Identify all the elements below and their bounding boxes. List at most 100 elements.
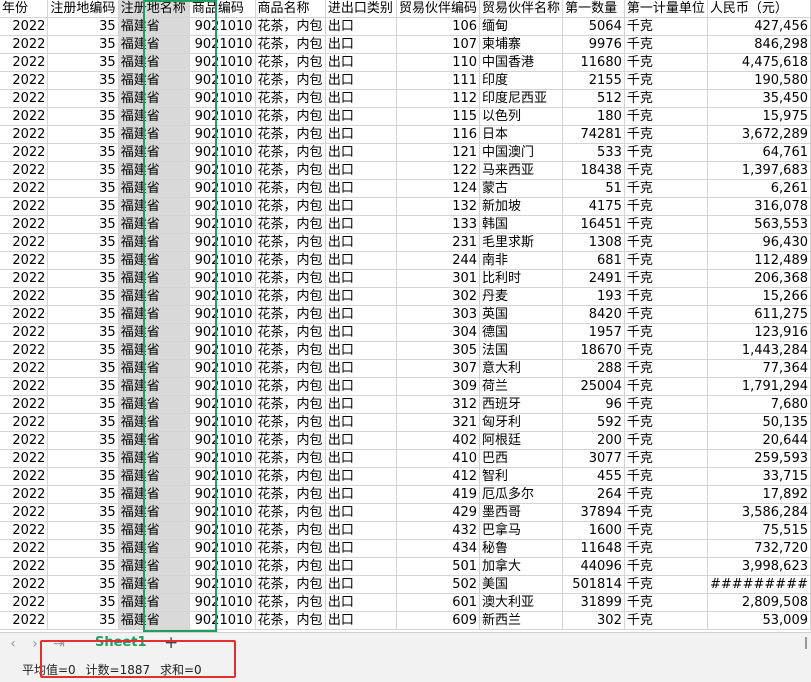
- table-cell[interactable]: 福建省: [118, 485, 190, 504]
- table-cell[interactable]: 2155: [562, 71, 625, 90]
- table-cell[interactable]: 花茶，内包: [255, 503, 326, 522]
- table-cell[interactable]: 9021010: [189, 557, 256, 576]
- table-cell[interactable]: 33,715: [707, 467, 811, 486]
- column-header[interactable]: 第一数量: [562, 0, 625, 18]
- table-cell[interactable]: 53,009: [707, 611, 811, 630]
- table-cell[interactable]: 千克: [624, 359, 708, 378]
- table-cell[interactable]: 35: [47, 503, 119, 522]
- table-cell[interactable]: 302: [396, 287, 481, 306]
- table-cell[interactable]: 112: [396, 89, 481, 108]
- table-cell[interactable]: 17,892: [707, 485, 811, 504]
- table-cell[interactable]: 福建省: [118, 413, 190, 432]
- table-cell[interactable]: 9021010: [189, 197, 256, 216]
- table-cell[interactable]: 3,672,289: [707, 125, 811, 144]
- table-cell[interactable]: 3077: [562, 449, 625, 468]
- table-cell[interactable]: 出口: [325, 557, 398, 576]
- table-cell[interactable]: 410: [396, 449, 481, 468]
- table-cell[interactable]: 3,998,623: [707, 557, 811, 576]
- table-cell[interactable]: 35: [47, 269, 119, 288]
- table-cell[interactable]: 107: [396, 35, 481, 54]
- table-cell[interactable]: 千克: [624, 503, 708, 522]
- table-cell[interactable]: 190,580: [707, 71, 811, 90]
- table-cell[interactable]: 2022: [0, 161, 49, 180]
- table-cell[interactable]: 2022: [0, 611, 49, 630]
- column-header[interactable]: 年份: [0, 0, 49, 18]
- prev-sheet-icon[interactable]: ‹: [4, 635, 22, 653]
- table-cell[interactable]: 千克: [624, 431, 708, 450]
- table-cell[interactable]: 96,430: [707, 233, 811, 252]
- table-cell[interactable]: 5064: [562, 17, 625, 36]
- table-cell[interactable]: 花茶，内包: [255, 251, 326, 270]
- table-cell[interactable]: 2491: [562, 269, 625, 288]
- table-cell[interactable]: 9021010: [189, 305, 256, 324]
- table-cell[interactable]: 35: [47, 575, 119, 594]
- table-cell[interactable]: 福建省: [118, 377, 190, 396]
- table-cell[interactable]: 116: [396, 125, 481, 144]
- table-cell[interactable]: 1308: [562, 233, 625, 252]
- table-cell[interactable]: 2022: [0, 71, 49, 90]
- table-cell[interactable]: 2022: [0, 35, 49, 54]
- table-cell[interactable]: 9021010: [189, 35, 256, 54]
- table-cell[interactable]: 出口: [325, 485, 398, 504]
- table-cell[interactable]: 福建省: [118, 269, 190, 288]
- table-cell[interactable]: 马来西亚: [479, 161, 564, 180]
- table-cell[interactable]: 681: [562, 251, 625, 270]
- table-cell[interactable]: 福建省: [118, 575, 190, 594]
- last-sheet-icon[interactable]: ⇥: [50, 635, 68, 653]
- table-cell[interactable]: 花茶，内包: [255, 305, 326, 324]
- table-cell[interactable]: 11680: [562, 53, 625, 72]
- column-header[interactable]: 人民币（元）: [707, 0, 811, 18]
- table-cell[interactable]: 千克: [624, 71, 708, 90]
- table-cell[interactable]: 419: [396, 485, 481, 504]
- table-cell[interactable]: 花茶，内包: [255, 341, 326, 360]
- column-header[interactable]: 注册地名称: [118, 0, 190, 18]
- table-cell[interactable]: 592: [562, 413, 625, 432]
- table-cell[interactable]: 8420: [562, 305, 625, 324]
- table-cell[interactable]: 9021010: [189, 125, 256, 144]
- column-header[interactable]: 商品编码: [189, 0, 256, 18]
- tab-sheet1[interactable]: Sheet1: [95, 635, 147, 650]
- table-cell[interactable]: 312: [396, 395, 481, 414]
- table-cell[interactable]: 花茶，内包: [255, 71, 326, 90]
- table-cell[interactable]: 132: [396, 197, 481, 216]
- table-cell[interactable]: 4175: [562, 197, 625, 216]
- table-cell[interactable]: 304: [396, 323, 481, 342]
- data-table[interactable]: 年份 注册地编码 注册地名称 商品编码 商品名称 进出口类别 贸易伙伴编码 贸易伙伴名称 第一数…: [0, 0, 811, 630]
- table-cell[interactable]: 35: [47, 611, 119, 630]
- table-cell[interactable]: 9021010: [189, 485, 256, 504]
- table-cell[interactable]: 35: [47, 215, 119, 234]
- table-cell[interactable]: 412: [396, 467, 481, 486]
- table-cell[interactable]: 18438: [562, 161, 625, 180]
- table-cell[interactable]: 2022: [0, 395, 49, 414]
- table-cell[interactable]: 出口: [325, 89, 398, 108]
- table-cell[interactable]: 花茶，内包: [255, 125, 326, 144]
- table-cell[interactable]: 印度: [479, 71, 564, 90]
- table-cell[interactable]: 千克: [624, 197, 708, 216]
- table-cell[interactable]: 花茶，内包: [255, 323, 326, 342]
- table-cell[interactable]: 1,791,294: [707, 377, 811, 396]
- table-cell[interactable]: 蒙古: [479, 179, 564, 198]
- table-cell[interactable]: 35: [47, 521, 119, 540]
- table-cell[interactable]: 千克: [624, 323, 708, 342]
- table-cell[interactable]: 2022: [0, 233, 49, 252]
- table-cell[interactable]: 花茶，内包: [255, 35, 326, 54]
- table-cell[interactable]: 巴拿马: [479, 521, 564, 540]
- table-cell[interactable]: 35: [47, 143, 119, 162]
- table-cell[interactable]: 3,586,284: [707, 503, 811, 522]
- table-cell[interactable]: 德国: [479, 323, 564, 342]
- table-cell[interactable]: 1600: [562, 521, 625, 540]
- table-cell[interactable]: 4,475,618: [707, 53, 811, 72]
- table-cell[interactable]: 福建省: [118, 593, 190, 612]
- table-cell[interactable]: 112,489: [707, 251, 811, 270]
- table-cell[interactable]: 花茶，内包: [255, 485, 326, 504]
- table-cell[interactable]: 毛里求斯: [479, 233, 564, 252]
- table-cell[interactable]: 9021010: [189, 17, 256, 36]
- table-cell[interactable]: 花茶，内包: [255, 539, 326, 558]
- table-cell[interactable]: 花茶，内包: [255, 521, 326, 540]
- table-cell[interactable]: 韩国: [479, 215, 564, 234]
- table-cell[interactable]: 35: [47, 197, 119, 216]
- table-cell[interactable]: 出口: [325, 197, 398, 216]
- table-cell[interactable]: 千克: [624, 467, 708, 486]
- table-cell[interactable]: 124: [396, 179, 481, 198]
- table-cell[interactable]: 西班牙: [479, 395, 564, 414]
